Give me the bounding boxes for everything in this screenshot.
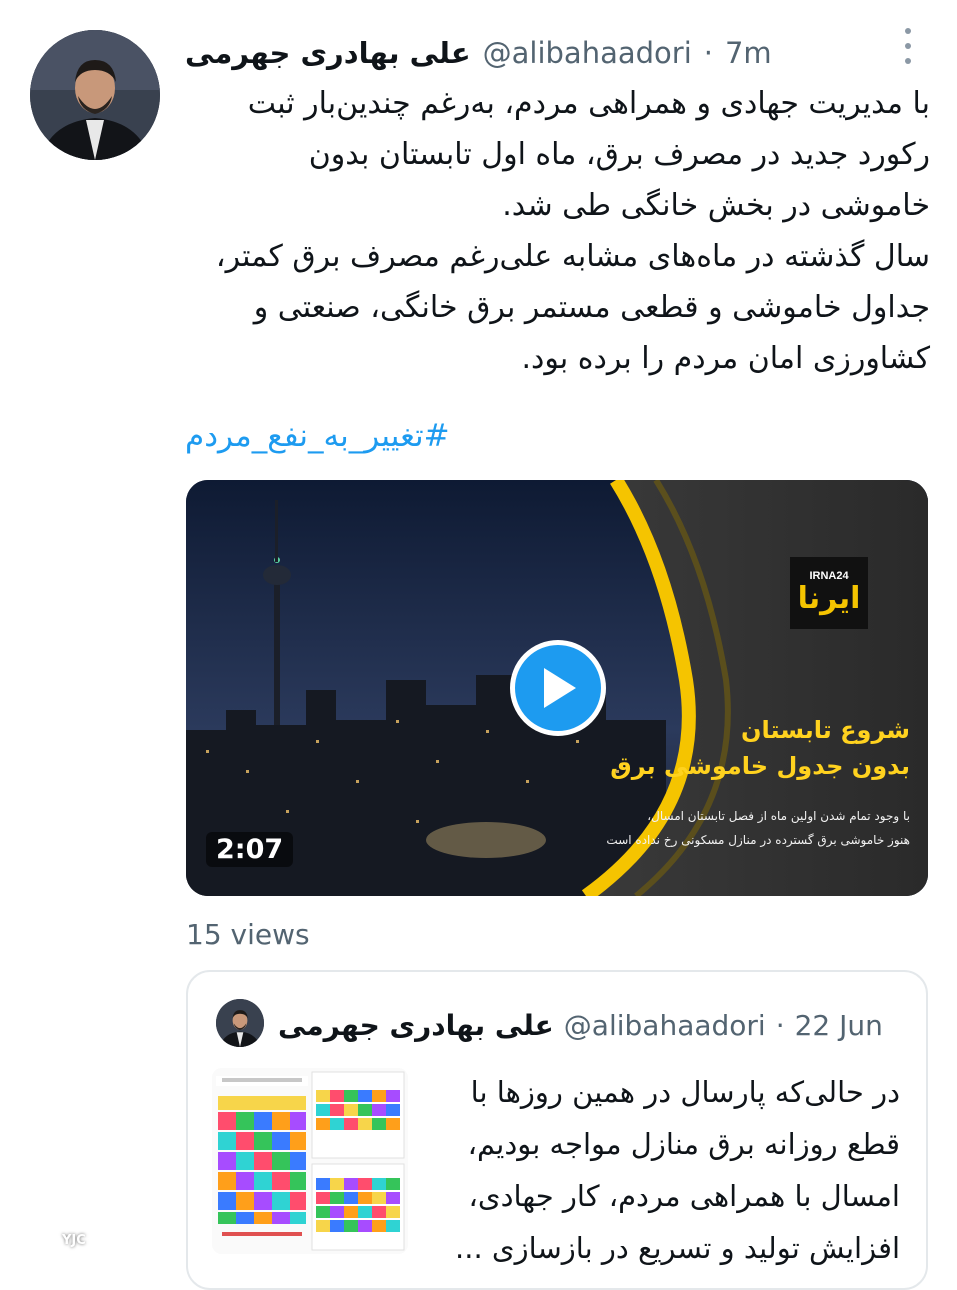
- quoted-tweet-image[interactable]: [212, 1068, 408, 1254]
- video-overlay-caption: با وجود تمام شدن اولین ماه از فصل تابستا…: [600, 804, 910, 852]
- overlay-caption-line-1: با وجود تمام شدن اولین ماه از فصل تابستا…: [647, 809, 910, 823]
- more-options-icon[interactable]: [893, 28, 923, 64]
- irna-logo: IRNA24 ایرنا: [790, 557, 868, 629]
- video-overlay-title: شروع تابستان بدون جدول خاموشی برق: [600, 712, 910, 784]
- overlay-title-line-1: شروع تابستان: [741, 716, 910, 744]
- quoted-author-avatar[interactable]: [216, 999, 264, 1047]
- play-icon[interactable]: [510, 640, 606, 736]
- yjc-logo-icon: [20, 1222, 56, 1258]
- tweet-text: با مدیریت جهادی و همراهی مردم، به‌رغم چن…: [215, 86, 930, 376]
- view-count: 15 views: [186, 918, 310, 951]
- quoted-author-name[interactable]: علی بهادری جهرمی: [278, 1009, 554, 1042]
- video-duration: 2:07: [206, 832, 294, 867]
- irna-logo-main: ایرنا: [797, 581, 861, 616]
- overlay-title-line-2: بدون جدول خاموشی برق: [610, 752, 910, 780]
- quoted-tweet-date[interactable]: 22 Jun: [795, 1009, 883, 1042]
- yjc-watermark: YJC: [20, 1222, 86, 1258]
- author-avatar[interactable]: [30, 30, 160, 160]
- quoted-tweet-header: علی بهادری جهرمی @alibahaadori · 22 Jun: [278, 1003, 918, 1047]
- watermark-text: YJC: [62, 1232, 86, 1248]
- author-handle[interactable]: @alibahaadori: [483, 36, 692, 70]
- quoted-header-separator: ·: [775, 1008, 785, 1042]
- author-name[interactable]: علی بهادری جهرمی: [185, 36, 471, 70]
- tweet-header: علی بهادری جهرمی @alibahaadori · 7m: [185, 30, 885, 76]
- tweet-time[interactable]: 7m: [725, 36, 772, 70]
- quoted-author-handle[interactable]: @alibahaadori: [564, 1009, 766, 1042]
- header-separator: ·: [703, 36, 713, 70]
- overlay-caption-line-2: هنوز خاموشی برق گسترده در منازل مسکونی ر…: [606, 833, 910, 847]
- hashtag-link[interactable]: #تغییر_به_نفع_مردم: [185, 418, 930, 454]
- quoted-tweet-text: در حالی‌که پارسال در همین روزها با قطع ر…: [455, 1075, 900, 1265]
